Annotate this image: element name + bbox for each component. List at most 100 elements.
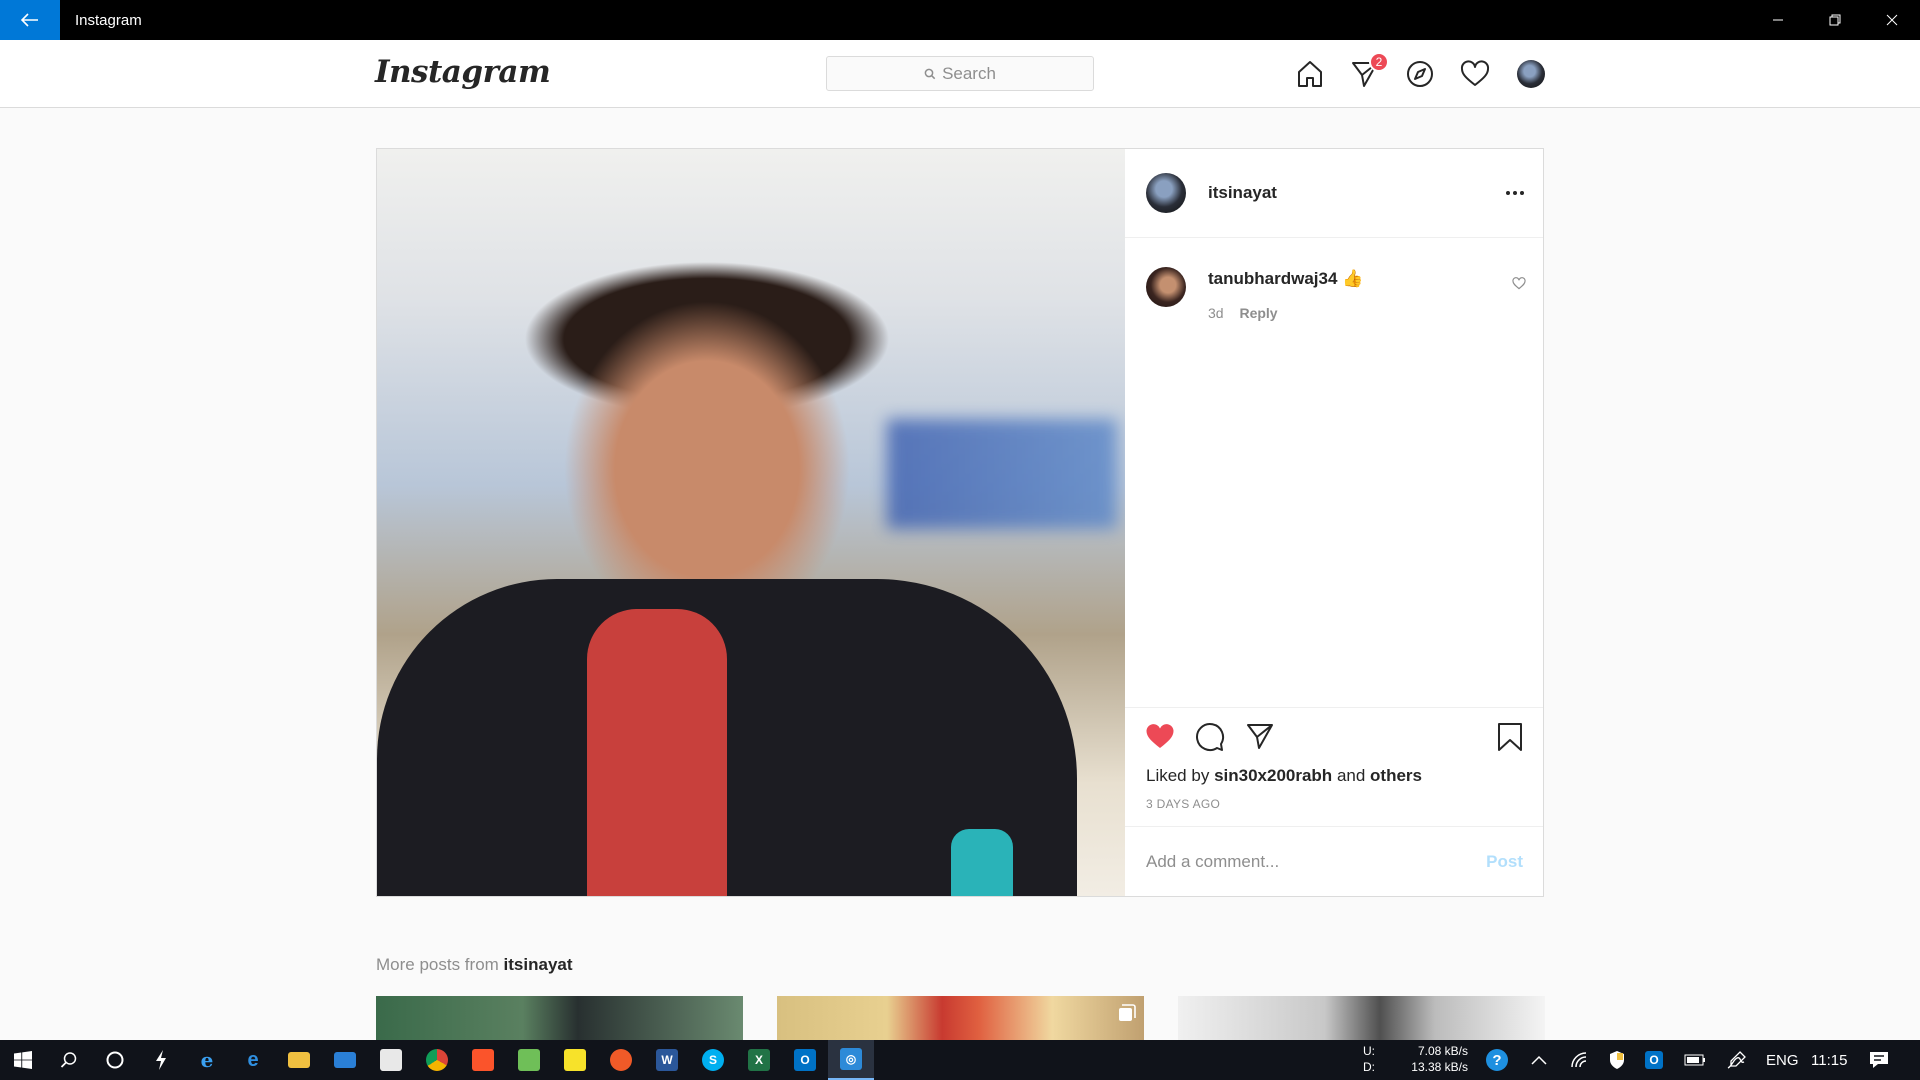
skype-icon: S — [702, 1049, 724, 1071]
taskbar-app-photos[interactable] — [506, 1040, 552, 1080]
liked-and: and — [1336, 766, 1366, 785]
post-photo[interactable] — [377, 149, 1125, 896]
author-username[interactable]: itsinayat — [1208, 183, 1277, 203]
taskbar-app-ie[interactable]: e — [184, 1040, 230, 1080]
taskbar-app-chrome[interactable] — [414, 1040, 460, 1080]
action-center-button[interactable] — [1856, 1040, 1902, 1080]
taskbar-app-word[interactable]: W — [644, 1040, 690, 1080]
taskbar-app-mail[interactable] — [322, 1040, 368, 1080]
help-button[interactable]: ? — [1474, 1040, 1520, 1080]
liked-others-link[interactable]: others — [1370, 766, 1422, 785]
taskbar-app-explorer[interactable] — [276, 1040, 322, 1080]
comment-text: 👍 — [1342, 269, 1364, 288]
speech-bubble-icon — [1196, 723, 1224, 751]
sticky-note-icon — [564, 1049, 586, 1071]
brave-icon — [472, 1049, 494, 1071]
cortana-circle-icon — [106, 1051, 124, 1069]
activity-button[interactable] — [1459, 58, 1491, 90]
image-editor-icon — [518, 1049, 540, 1071]
taskbar-app-skype[interactable]: S — [690, 1040, 736, 1080]
commenter-username[interactable]: tanubhardwaj34 — [1208, 269, 1337, 288]
liked-by-text: Liked by sin30x200rabh and others — [1146, 766, 1422, 786]
taskbar-app-sticky-notes[interactable] — [552, 1040, 598, 1080]
taskbar-app-edge[interactable]: e — [230, 1040, 276, 1080]
author-avatar[interactable] — [1146, 173, 1186, 213]
close-icon — [1886, 14, 1897, 26]
taskbar-app-store[interactable] — [368, 1040, 414, 1080]
taskbar-app-instagram[interactable]: ◎ — [828, 1040, 874, 1080]
reply-button[interactable]: Reply — [1239, 305, 1277, 321]
search-icon — [924, 68, 936, 79]
taskbar-app-bolt[interactable] — [138, 1040, 184, 1080]
like-button[interactable] — [1145, 722, 1175, 755]
liked-user-link[interactable]: sin30x200rabh — [1214, 766, 1332, 785]
notification-icon — [1870, 1052, 1888, 1068]
wifi-icon — [1571, 1052, 1587, 1068]
minimize-button[interactable] — [1749, 0, 1806, 40]
heart-icon — [1460, 60, 1490, 86]
app-header: Instagram Search 2 — [0, 40, 1920, 108]
drawing-app-icon — [610, 1049, 632, 1071]
home-icon — [1298, 61, 1322, 87]
profile-button[interactable] — [1515, 58, 1547, 90]
svg-text:?: ? — [1492, 1052, 1501, 1069]
more-post-thumbnail[interactable] — [777, 996, 1144, 1040]
clock[interactable]: 11:15 — [1811, 1052, 1847, 1069]
internet-explorer-icon: e — [200, 1048, 214, 1072]
back-button[interactable] — [0, 0, 60, 40]
compass-icon — [1407, 61, 1433, 87]
direct-badge: 2 — [1369, 52, 1389, 72]
bookmark-icon — [1498, 723, 1522, 751]
store-icon — [380, 1049, 402, 1071]
shield-icon — [1610, 1051, 1624, 1069]
window-title: Instagram — [75, 11, 142, 29]
cortana-button[interactable] — [92, 1040, 138, 1080]
taskbar-app-draw[interactable] — [598, 1040, 644, 1080]
outlook-tray-button[interactable]: O — [1631, 1040, 1677, 1080]
taskbar-app-brave[interactable] — [460, 1040, 506, 1080]
heart-outline-icon — [1512, 277, 1526, 290]
upload-speed: 7.08 kB/s — [1417, 1044, 1468, 1058]
download-speed: 13.38 kB/s — [1411, 1060, 1468, 1074]
post-sidebar: itsinayat tanubhardwaj34 👍 3d Reply Like… — [1125, 149, 1543, 896]
comment-input[interactable] — [1146, 847, 1446, 877]
upload-label: U: — [1363, 1044, 1375, 1058]
outlook-icon: O — [1645, 1051, 1663, 1069]
battery-button[interactable] — [1672, 1040, 1718, 1080]
instagram-logo[interactable]: Instagram — [375, 54, 551, 90]
share-button[interactable] — [1245, 722, 1275, 755]
close-button[interactable] — [1863, 0, 1920, 40]
arrow-left-icon — [21, 13, 38, 27]
more-post-thumbnail[interactable] — [1178, 996, 1545, 1040]
pen-ink-icon — [1727, 1051, 1746, 1069]
photo-subject-shirt — [587, 609, 727, 896]
post-comment-button[interactable]: Post — [1486, 852, 1523, 872]
multiple-photos-icon — [1119, 1004, 1136, 1021]
home-button[interactable] — [1294, 58, 1326, 90]
taskbar-search-button[interactable] — [46, 1040, 92, 1080]
taskbar-app-outlook[interactable]: O — [782, 1040, 828, 1080]
post-timestamp: 3 DAYS AGO — [1146, 797, 1221, 811]
explore-button[interactable] — [1404, 58, 1436, 90]
more-posts-user[interactable]: itsinayat — [504, 955, 573, 974]
save-button[interactable] — [1497, 722, 1523, 757]
start-button[interactable] — [0, 1040, 46, 1080]
more-posts-prefix: More posts from — [376, 955, 499, 974]
network-speed-monitor: U: 7.08 kB/s D: 13.38 kB/s — [1363, 1043, 1468, 1075]
show-hidden-icons-button[interactable] — [1516, 1040, 1562, 1080]
language-indicator[interactable]: ENG — [1766, 1052, 1799, 1069]
more-posts-heading: More posts from itsinayat — [376, 955, 573, 975]
taskbar-app-excel[interactable]: X — [736, 1040, 782, 1080]
comment-like-button[interactable] — [1512, 277, 1526, 295]
search-input[interactable]: Search — [826, 56, 1094, 91]
more-post-thumbnail[interactable] — [376, 996, 743, 1040]
restore-button[interactable] — [1806, 0, 1863, 40]
comment-button[interactable] — [1195, 722, 1225, 757]
direct-button[interactable]: 2 — [1349, 52, 1389, 90]
more-options-button[interactable] — [1505, 179, 1525, 202]
post-card: itsinayat tanubhardwaj34 👍 3d Reply Like… — [376, 148, 1544, 897]
pen-button[interactable] — [1714, 1040, 1760, 1080]
window-controls — [1749, 0, 1920, 40]
commenter-avatar[interactable] — [1146, 267, 1186, 307]
battery-icon — [1684, 1054, 1705, 1066]
